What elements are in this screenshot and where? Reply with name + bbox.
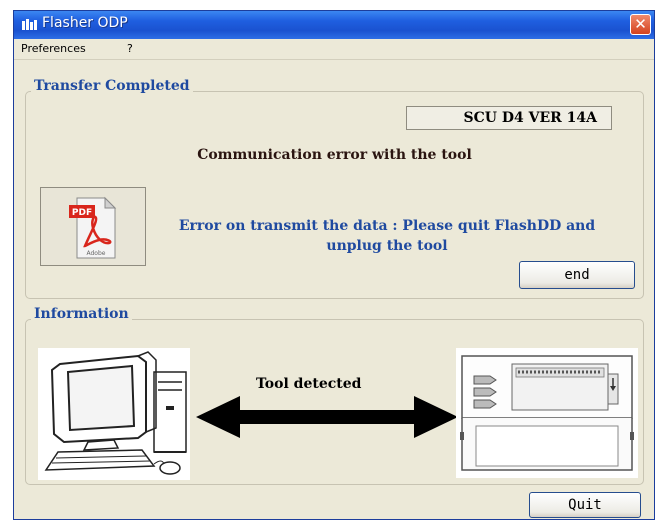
error-line-2: unplug the tool — [326, 238, 448, 254]
error-line-1: Error on transmit the data : Please quit… — [178, 218, 596, 234]
end-button[interactable]: end — [519, 261, 635, 289]
quit-button[interactable]: Quit — [529, 492, 641, 518]
pdf-label: PDF — [72, 208, 92, 218]
information-group: Information Tool detected — [25, 306, 644, 485]
flasher-app-icon — [22, 19, 37, 30]
transmit-error-message: Error on transmit the data : Please quit… — [162, 216, 612, 256]
double-arrow-icon — [196, 396, 458, 438]
communication-error-text: Communication error with the tool — [197, 147, 472, 163]
version-field: SCU D4 VER 14A — [406, 106, 612, 130]
close-icon: ✕ — [634, 15, 647, 33]
pdf-frame: PDF Adobe — [40, 187, 146, 266]
transfer-group: Transfer Completed SCU D4 VER 14A Commun… — [25, 78, 644, 299]
menu-help[interactable]: ? — [127, 42, 133, 55]
close-button[interactable]: ✕ — [630, 14, 651, 35]
window-title: Flasher ODP — [42, 15, 128, 31]
information-group-title: Information — [31, 306, 132, 322]
app-window: Flasher ODP ✕ Preferences ? Transfer Com… — [13, 10, 655, 520]
menu-preferences[interactable]: Preferences — [21, 42, 86, 55]
pdf-document-icon: PDF Adobe — [69, 196, 117, 259]
tool-status-text: Tool detected — [256, 376, 362, 392]
pdf-brand: Adobe — [87, 250, 106, 257]
computer-icon — [38, 348, 190, 480]
transfer-group-title: Transfer Completed — [31, 78, 193, 94]
title-bar[interactable]: Flasher ODP ✕ — [14, 11, 654, 39]
menu-bar: Preferences ? — [14, 39, 654, 60]
diagnostic-tool-icon — [456, 348, 638, 478]
